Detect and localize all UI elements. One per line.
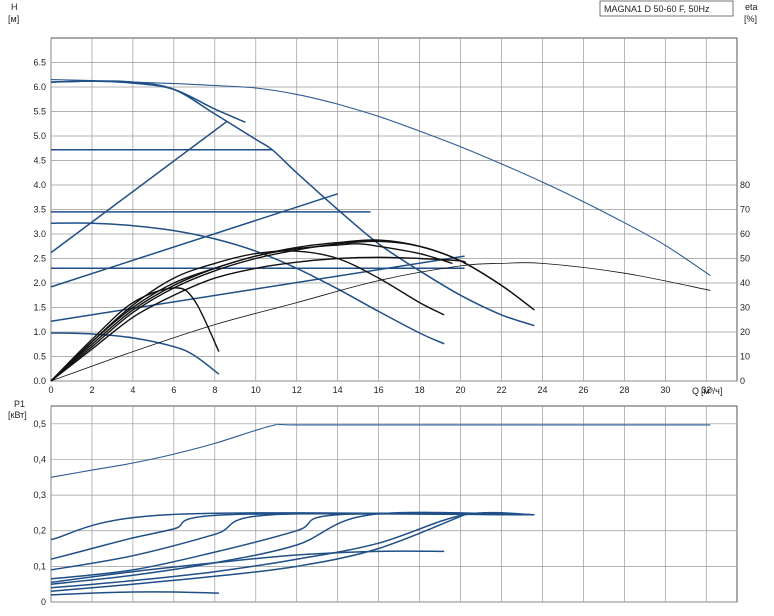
head-curve <box>50 120 228 254</box>
eta-tick-label: 40 <box>740 278 750 288</box>
x-tick-label: 26 <box>578 385 588 395</box>
power-curve <box>50 512 535 571</box>
head-tick-label: 3.0 <box>33 229 46 239</box>
power-axis-unit: [кВт] <box>8 410 27 420</box>
eta-tick-label: 50 <box>740 254 750 264</box>
power-tick-label: 0,1 <box>33 561 46 571</box>
head-curve <box>50 255 465 322</box>
eta-axis-unit: [%] <box>744 14 757 24</box>
chart-title: MAGNA1 D 50-60 F, 50Hz <box>604 4 710 14</box>
head-tick-label: 1.5 <box>33 303 46 313</box>
head-axis-label: H <box>11 2 18 12</box>
head-tick-label: 4.0 <box>33 180 46 190</box>
head-tick-label: 0.5 <box>33 352 46 362</box>
x-tick-label: 30 <box>660 385 670 395</box>
x-tick-label: 20 <box>456 385 466 395</box>
x-tick-label: 2 <box>89 385 94 395</box>
power-curve <box>50 423 711 478</box>
x-tick-label: 14 <box>333 385 343 395</box>
head-tick-label: 3.5 <box>33 205 46 215</box>
flow-axis-unit: [м³/ч] <box>701 386 722 396</box>
eta-tick-label: 80 <box>740 180 750 190</box>
eta-tick-label: 10 <box>740 352 750 362</box>
eta-axis-label: eta <box>745 2 758 12</box>
x-tick-label: 6 <box>171 385 176 395</box>
head-tick-label: 4.5 <box>33 156 46 166</box>
head-chart-series <box>50 79 711 382</box>
head-tick-label: 5.5 <box>33 107 46 117</box>
head-tick-label: 2.5 <box>33 254 46 264</box>
x-tick-label: 16 <box>374 385 384 395</box>
head-curve <box>50 332 220 375</box>
head-tick-label: 1.0 <box>33 327 46 337</box>
power-tick-label: 0,5 <box>33 419 46 429</box>
eta-tick-label: 20 <box>740 327 750 337</box>
x-tick-label: 28 <box>619 385 629 395</box>
head-tick-label: 5.0 <box>33 131 46 141</box>
eta-tick-label: 60 <box>740 229 750 239</box>
x-tick-label: 10 <box>251 385 261 395</box>
x-tick-label: 4 <box>130 385 135 395</box>
power-tick-label: 0,2 <box>33 526 46 536</box>
x-tick-label: 0 <box>48 385 53 395</box>
x-tick-label: 24 <box>537 385 547 395</box>
power-curve <box>50 512 535 560</box>
power-curve <box>50 512 535 541</box>
power-curve <box>50 591 219 596</box>
x-tick-label: 22 <box>496 385 506 395</box>
power-tick-label: 0 <box>41 597 46 607</box>
power-axis-label: P1 <box>14 399 25 409</box>
eta-tick-label: 70 <box>740 205 750 215</box>
head-curve <box>50 193 338 288</box>
power-curve <box>50 514 465 593</box>
pump-curve-chart: 0 2 4 6 8 10 12 14 16 18 20 22 24 26 28 30 320.00.51.01.… <box>8 0 758 607</box>
efficiency-curve <box>50 287 220 382</box>
head-axis-unit: [м] <box>8 14 19 24</box>
head-tick-label: 2.0 <box>33 278 46 288</box>
x-tick-label: 18 <box>415 385 425 395</box>
head-curve <box>50 80 535 327</box>
eta-tick-label: 0 <box>740 376 745 386</box>
power-tick-label: 0,4 <box>33 454 46 464</box>
power-chart-series <box>50 423 711 596</box>
head-tick-label: 6.5 <box>33 58 46 68</box>
x-tick-label: 8 <box>212 385 217 395</box>
efficiency-curve <box>50 262 711 382</box>
power-tick-label: 0,3 <box>33 490 46 500</box>
head-chart-grid <box>50 37 738 382</box>
flow-axis-label: Q <box>692 386 699 396</box>
eta-tick-label: 30 <box>740 303 750 313</box>
head-tick-label: 0.0 <box>33 376 46 386</box>
x-tick-label: 12 <box>292 385 302 395</box>
head-tick-label: 6.0 <box>33 82 46 92</box>
